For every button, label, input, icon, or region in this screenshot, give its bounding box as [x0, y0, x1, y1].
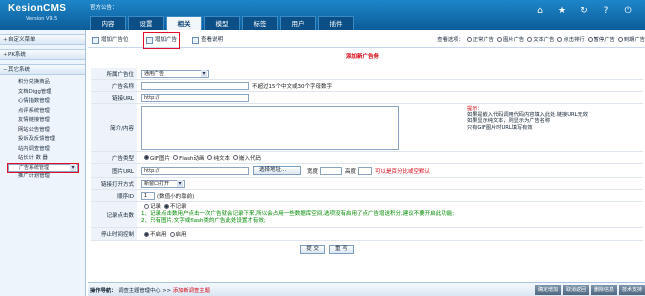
tab-plugins[interactable]: 插件 — [318, 16, 354, 30]
tab-content[interactable]: 内容 — [90, 16, 126, 30]
click-note-1: 1、记录点击数用户点击一次广告就会记录下来,所以会占用一些数据库空间,选项没有启… — [141, 211, 455, 217]
sidebar-group-pk[interactable]: +PK系统 — [0, 49, 85, 60]
tips-line: 只有GIF图片时URL填写有效 — [467, 124, 533, 131]
help-doc-icon — [192, 37, 199, 44]
image-url-label: 图片URL — [91, 164, 137, 177]
size-hint: 可以是百分比或空默认 — [375, 168, 431, 175]
footer-nav: 操作导航： 调查主题管理中心 >> 添加新调查主题 — [90, 287, 210, 294]
sidebar-item-ads[interactable]: 广告系统管理 — [7, 162, 79, 173]
select-address-button[interactable]: 选择地址... — [253, 166, 301, 175]
help-icon[interactable]: ? — [599, 5, 613, 17]
pause-control-label: 停止时间控制 — [91, 228, 137, 240]
app-logo: KesionCMS — [8, 3, 67, 14]
slot-label: 所属广告位 — [91, 68, 137, 79]
tips-block: 提示： 如果是嵌入代码调用代码内容填入此处.链接URL无效 如果显示纯文本，则显… — [467, 106, 588, 131]
footer-bar: 操作导航： 调查主题管理中心 >> 添加新调查主题 确定增加 取消返回 删除信息… — [88, 282, 645, 296]
order-input[interactable]: 1 — [141, 191, 155, 200]
add-ad-icon — [146, 37, 153, 44]
click-note-2: 2、只有图片,文字或flash类的广告此处设置才有效; — [141, 218, 266, 224]
main-panel: 增加广告位 增加广告 查看说明 查看选项： 正常广告 图片广告 文本广告 点击排行 暂停广… — [88, 30, 645, 296]
reset-button[interactable]: 重 写 — [329, 244, 354, 254]
open-mode-select[interactable]: 新窗口打开 — [141, 179, 185, 188]
order-hint: (数值小的靠前) — [157, 193, 195, 200]
nav-current: 添加新调查主题 — [172, 287, 210, 294]
sidebar-group-custom[interactable]: +自定义菜单 — [0, 34, 85, 45]
name-label: 广告名称 — [91, 80, 137, 91]
tab-settings[interactable]: 设置 — [128, 16, 164, 30]
type-radio-text[interactable] — [207, 155, 213, 160]
sidebar-item-links[interactable]: 友情链接管理 — [18, 116, 85, 126]
help-button[interactable]: 查看说明 — [192, 35, 223, 46]
add-slot-icon — [92, 37, 99, 44]
pause-radio-off[interactable] — [144, 231, 149, 237]
main-tabs: 内容 设置 相关 模型 标签 用户 插件 — [90, 16, 356, 30]
width-input[interactable] — [320, 166, 343, 175]
add-ad-form: 所属广告位 通用广告 广告名称 不超过15个中文或30个字母数字 链接URL h… — [91, 68, 643, 257]
click-count-label: 记录点击数 — [91, 202, 137, 227]
power-icon[interactable]: ⏻ — [621, 5, 635, 17]
type-radio-code[interactable] — [233, 155, 238, 160]
refresh-icon[interactable]: ↻ — [577, 5, 591, 17]
view-filter: 查看选项： 正常广告 图片广告 文本广告 点击排行 暂停广告 到期广告 — [437, 37, 645, 43]
toolbar: 增加广告位 增加广告 查看说明 查看选项： 正常广告 图片广告 文本广告 点击排行 暂停广… — [88, 32, 645, 49]
filter-radio[interactable] — [617, 37, 623, 42]
app-version: Version V9.5 — [26, 16, 58, 22]
sidebar-item-digg[interactable]: 文档Digg管理 — [18, 88, 85, 98]
filter-radio[interactable] — [466, 37, 472, 42]
nav-path[interactable]: 调查主题管理中心 >> — [118, 288, 171, 294]
add-slot-button[interactable]: 增加广告位 — [92, 35, 129, 46]
tab-model[interactable]: 模型 — [204, 16, 240, 30]
delete-info-button[interactable]: 删除信息 — [590, 284, 617, 295]
sidebar-item-survey[interactable]: 站内调查管理 — [18, 145, 85, 155]
confirm-add-button[interactable]: 确定增加 — [534, 284, 561, 295]
sidebar-item-feedback[interactable]: 投诉及反馈管理 — [18, 135, 85, 145]
width-label: 宽度 — [307, 168, 319, 175]
open-mode-label: 链接打开方式 — [91, 178, 137, 189]
pause-radio-on[interactable] — [169, 231, 175, 237]
type-radio-flash[interactable] — [173, 155, 179, 160]
image-url-input[interactable]: http:// — [141, 166, 249, 175]
order-label: 顺序ID — [91, 190, 137, 201]
filter-radio[interactable] — [527, 37, 533, 42]
sidebar-item-review[interactable]: 点评系统管理 — [18, 107, 85, 117]
name-input[interactable] — [141, 81, 249, 90]
type-label: 广告类型 — [91, 152, 137, 163]
filter-radio[interactable] — [587, 37, 593, 42]
home-icon[interactable]: ⌂ — [533, 5, 547, 17]
filter-radio[interactable] — [557, 37, 563, 42]
sidebar-group-other[interactable]: −其它系统 — [0, 64, 85, 75]
tab-users[interactable]: 用户 — [280, 16, 316, 30]
type-radio-gif[interactable] — [144, 155, 149, 160]
height-label: 高度 — [345, 168, 357, 175]
url-input[interactable]: http:// — [141, 93, 249, 102]
intro-textarea[interactable] — [141, 105, 399, 150]
star-icon[interactable]: ★ — [555, 5, 569, 17]
sidebar-item-points-exchange[interactable]: 积分兑换商品 — [18, 78, 85, 88]
sidebar-item-announcement[interactable]: 网站公告管理 — [18, 126, 85, 136]
cancel-return-button[interactable]: 取消返回 — [562, 284, 589, 295]
height-input[interactable] — [358, 166, 373, 175]
url-label: 链接URL — [91, 92, 137, 103]
filter-radio[interactable] — [496, 37, 502, 42]
sidebar-item-mood[interactable]: 心情指数管理 — [18, 97, 85, 107]
tab-related[interactable]: 相关 — [166, 16, 202, 30]
click-radio-norecord[interactable] — [164, 204, 170, 209]
slot-select[interactable]: 通用广告 — [141, 69, 209, 78]
name-hint: 不超过15个中文或30个字母数字 — [252, 83, 332, 90]
official-notice: 官方公告： — [90, 5, 118, 11]
tab-tags[interactable]: 标签 — [242, 16, 278, 30]
form-caption: 添加新广告务 — [346, 54, 380, 60]
header-bar: KesionCMS Version V9.5 官方公告： 内容 设置 相关 模型… — [0, 0, 645, 30]
submit-button[interactable]: 提 交 — [300, 244, 325, 254]
click-radio-record[interactable] — [144, 204, 149, 209]
sidebar-item-promotion[interactable]: 推广计划管理 — [18, 172, 85, 182]
intro-label: 简介/内容 — [91, 104, 137, 151]
tech-support-button[interactable]: 技术支持 — [618, 284, 645, 295]
sidebar-item-counter[interactable]: 站长计 数 器 — [18, 154, 85, 164]
add-ad-button[interactable]: 增加广告 — [142, 32, 181, 49]
